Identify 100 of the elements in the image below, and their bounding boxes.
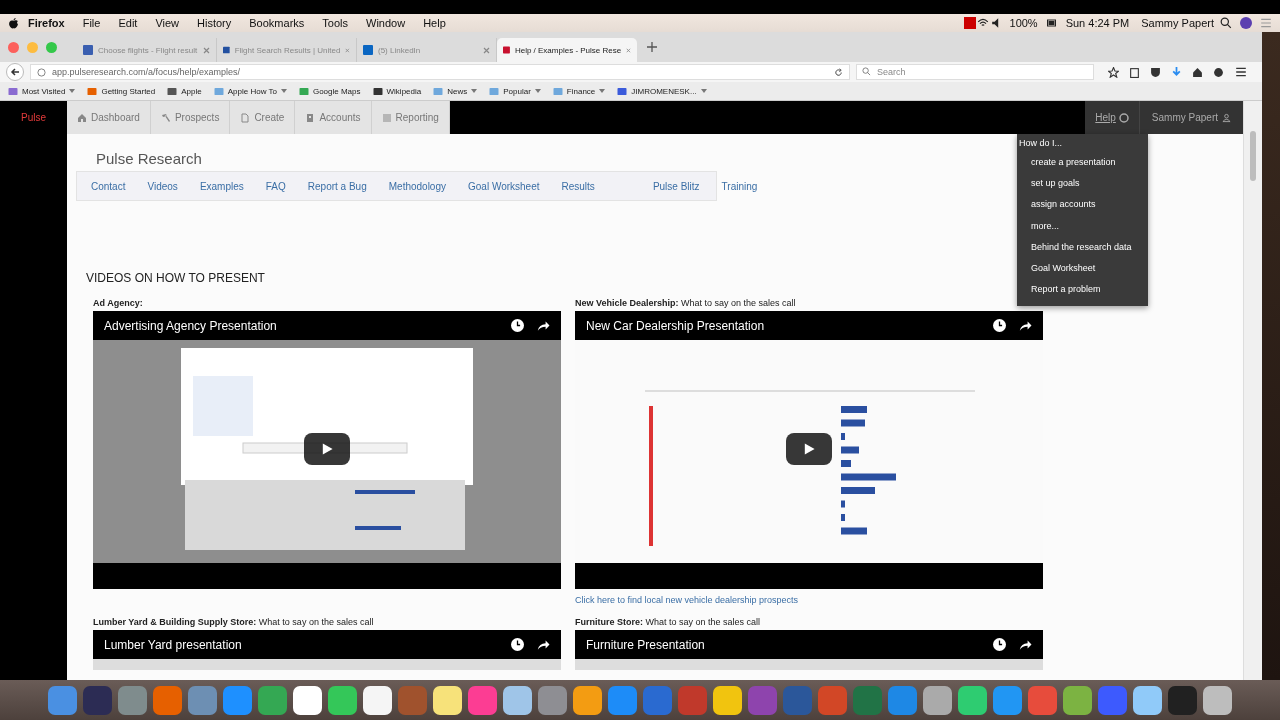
dropdown-item[interactable]: Goal Worksheet bbox=[1017, 257, 1148, 279]
nav-tab[interactable]: Reporting bbox=[371, 101, 450, 134]
dropdown-item[interactable]: more... bbox=[1017, 214, 1148, 237]
sub-nav-link[interactable]: Videos bbox=[147, 180, 178, 192]
film-icon bbox=[963, 17, 976, 29]
bookmark[interactable]: Most Visited bbox=[8, 86, 76, 96]
user-icon bbox=[1222, 112, 1231, 123]
menu-item[interactable]: Firefox bbox=[19, 17, 74, 29]
bookmark[interactable]: JIMROMENESK... bbox=[617, 86, 707, 96]
folder-icon bbox=[213, 86, 224, 96]
play-button[interactable] bbox=[786, 433, 832, 465]
dock-app-icon[interactable] bbox=[1133, 685, 1162, 715]
bookmark[interactable]: News bbox=[433, 86, 478, 96]
nav-tab[interactable]: Prospects bbox=[150, 101, 231, 134]
lifebuoy-icon bbox=[1118, 112, 1129, 123]
sub-nav-link[interactable]: Goal Worksheet bbox=[468, 180, 540, 192]
dock-app-icon[interactable] bbox=[293, 685, 322, 715]
folder-icon bbox=[8, 86, 18, 96]
minimize-window-button[interactable] bbox=[27, 41, 38, 53]
address-field[interactable]: app.pulseresearch.com/a/focus/help/examples/ bbox=[30, 64, 850, 80]
bookmark[interactable]: Popular bbox=[489, 86, 541, 96]
menu-item[interactable]: Tools bbox=[313, 17, 357, 29]
dock-app-icon[interactable] bbox=[1203, 685, 1232, 715]
dropdown-item[interactable]: create a presentation bbox=[1017, 151, 1148, 173]
bookmark[interactable]: Finance bbox=[552, 86, 606, 96]
sub-nav-link[interactable]: Results bbox=[561, 180, 595, 192]
dock-app-icon[interactable] bbox=[363, 685, 392, 715]
sub-nav-link[interactable]: FAQ bbox=[265, 180, 286, 192]
bookmark[interactable]: Apple How To bbox=[213, 86, 287, 96]
close-icon[interactable] bbox=[203, 46, 210, 54]
sub-nav-link[interactable]: Pulse Blitz bbox=[652, 180, 700, 192]
video-player[interactable]: Furniture Presentation bbox=[575, 630, 1043, 670]
menu-item[interactable]: Window bbox=[357, 17, 415, 29]
nav-tab[interactable]: Dashboard bbox=[67, 101, 151, 134]
menu-item[interactable]: Help bbox=[414, 17, 455, 29]
scrollbar-thumb[interactable] bbox=[1250, 131, 1256, 181]
video-player[interactable]: New Car Dealership Presentation bbox=[575, 311, 1043, 589]
search-field[interactable]: Search bbox=[856, 64, 1094, 80]
nav-tab[interactable]: Accounts bbox=[295, 101, 372, 134]
video-player[interactable]: Lumber Yard presentation bbox=[93, 630, 561, 670]
zoom-window-button[interactable] bbox=[46, 41, 57, 53]
dock-app-icon[interactable] bbox=[923, 685, 952, 715]
video-title[interactable]: New Car Dealership Presentation bbox=[586, 318, 981, 333]
prospects-link[interactable]: Click here to find local new vehicle dealership prospects bbox=[575, 595, 1043, 607]
close-icon[interactable] bbox=[626, 46, 631, 54]
site-icon bbox=[363, 45, 373, 55]
wikipedia-icon bbox=[372, 86, 383, 96]
close-icon[interactable] bbox=[483, 46, 490, 54]
browser-tab[interactable]: Help / Examples - Pulse Rese bbox=[497, 38, 637, 62]
brand-link[interactable]: Pulse bbox=[0, 101, 67, 134]
video-player[interactable]: Advertising Agency Presentation bbox=[93, 311, 561, 589]
video-caption: New Vehicle Dealership: What to say on the sales call bbox=[575, 298, 797, 310]
dock-app-icon[interactable] bbox=[958, 685, 987, 715]
siri-icon bbox=[1240, 17, 1252, 29]
bookmark[interactable]: Wikipedia bbox=[372, 86, 422, 96]
nav-tab[interactable]: Create bbox=[230, 101, 296, 134]
sub-nav-link[interactable]: Report a Bug bbox=[307, 180, 367, 192]
apple-icon bbox=[167, 86, 178, 96]
dock-app-icon[interactable] bbox=[328, 685, 357, 715]
dropdown-item[interactable]: assign accounts bbox=[1017, 193, 1148, 215]
video-caption: Lumber Yard & Building Supply Store: What to say on the sales call bbox=[93, 617, 375, 629]
back-button[interactable] bbox=[6, 63, 24, 81]
sub-nav-link[interactable]: Training bbox=[721, 180, 758, 192]
dock-app-icon[interactable] bbox=[1063, 685, 1092, 715]
sub-nav-link[interactable]: Methodology bbox=[388, 180, 446, 192]
pocket-icon bbox=[1150, 66, 1161, 78]
menu-item[interactable]: Bookmarks bbox=[240, 17, 314, 29]
firefox-icon bbox=[87, 86, 98, 96]
play-button[interactable] bbox=[304, 433, 350, 465]
bookmark[interactable]: Google Maps bbox=[298, 86, 361, 96]
dock-app-icon[interactable] bbox=[573, 685, 602, 715]
menu-item[interactable]: Edit bbox=[109, 17, 147, 29]
home-icon bbox=[77, 112, 87, 123]
close-icon[interactable] bbox=[345, 46, 350, 54]
star-icon bbox=[1108, 66, 1119, 78]
menu-item[interactable]: History bbox=[188, 17, 241, 29]
sub-nav-link[interactable]: Contact bbox=[91, 180, 126, 192]
clock-icon bbox=[511, 319, 524, 332]
bookmark[interactable]: Getting Started bbox=[87, 86, 156, 96]
dropdown-item[interactable]: Report a problem bbox=[1017, 278, 1148, 301]
video-caption: Ad Agency: bbox=[93, 298, 144, 310]
help-menu-link[interactable]: Help bbox=[1085, 101, 1139, 134]
video-title[interactable]: Advertising Agency Presentation bbox=[104, 318, 499, 333]
bookmark[interactable]: Apple bbox=[167, 86, 202, 96]
new-tab-button[interactable] bbox=[647, 42, 657, 52]
user-name[interactable]: Sammy Papert bbox=[1135, 17, 1220, 29]
dropdown-heading: How do I... bbox=[1018, 138, 1064, 150]
close-window-button[interactable] bbox=[8, 41, 19, 53]
clock[interactable]: Sun 4:24 PM bbox=[1059, 17, 1136, 29]
page-title: Pulse Research bbox=[96, 150, 202, 169]
dropdown-item[interactable]: set up goals bbox=[1017, 172, 1148, 194]
dock-app-icon[interactable] bbox=[503, 685, 532, 715]
dock-app-icon[interactable] bbox=[433, 685, 462, 715]
video-title[interactable]: Lumber Yard presentation bbox=[104, 637, 499, 652]
dropdown-item[interactable]: Behind the research data bbox=[1017, 236, 1148, 258]
menu-item[interactable]: View bbox=[146, 17, 189, 29]
menu-item[interactable]: File bbox=[73, 17, 110, 29]
dock-app-icon[interactable] bbox=[713, 685, 742, 715]
sub-nav-link[interactable]: Examples bbox=[199, 180, 244, 192]
video-title[interactable]: Furniture Presentation bbox=[586, 637, 981, 652]
